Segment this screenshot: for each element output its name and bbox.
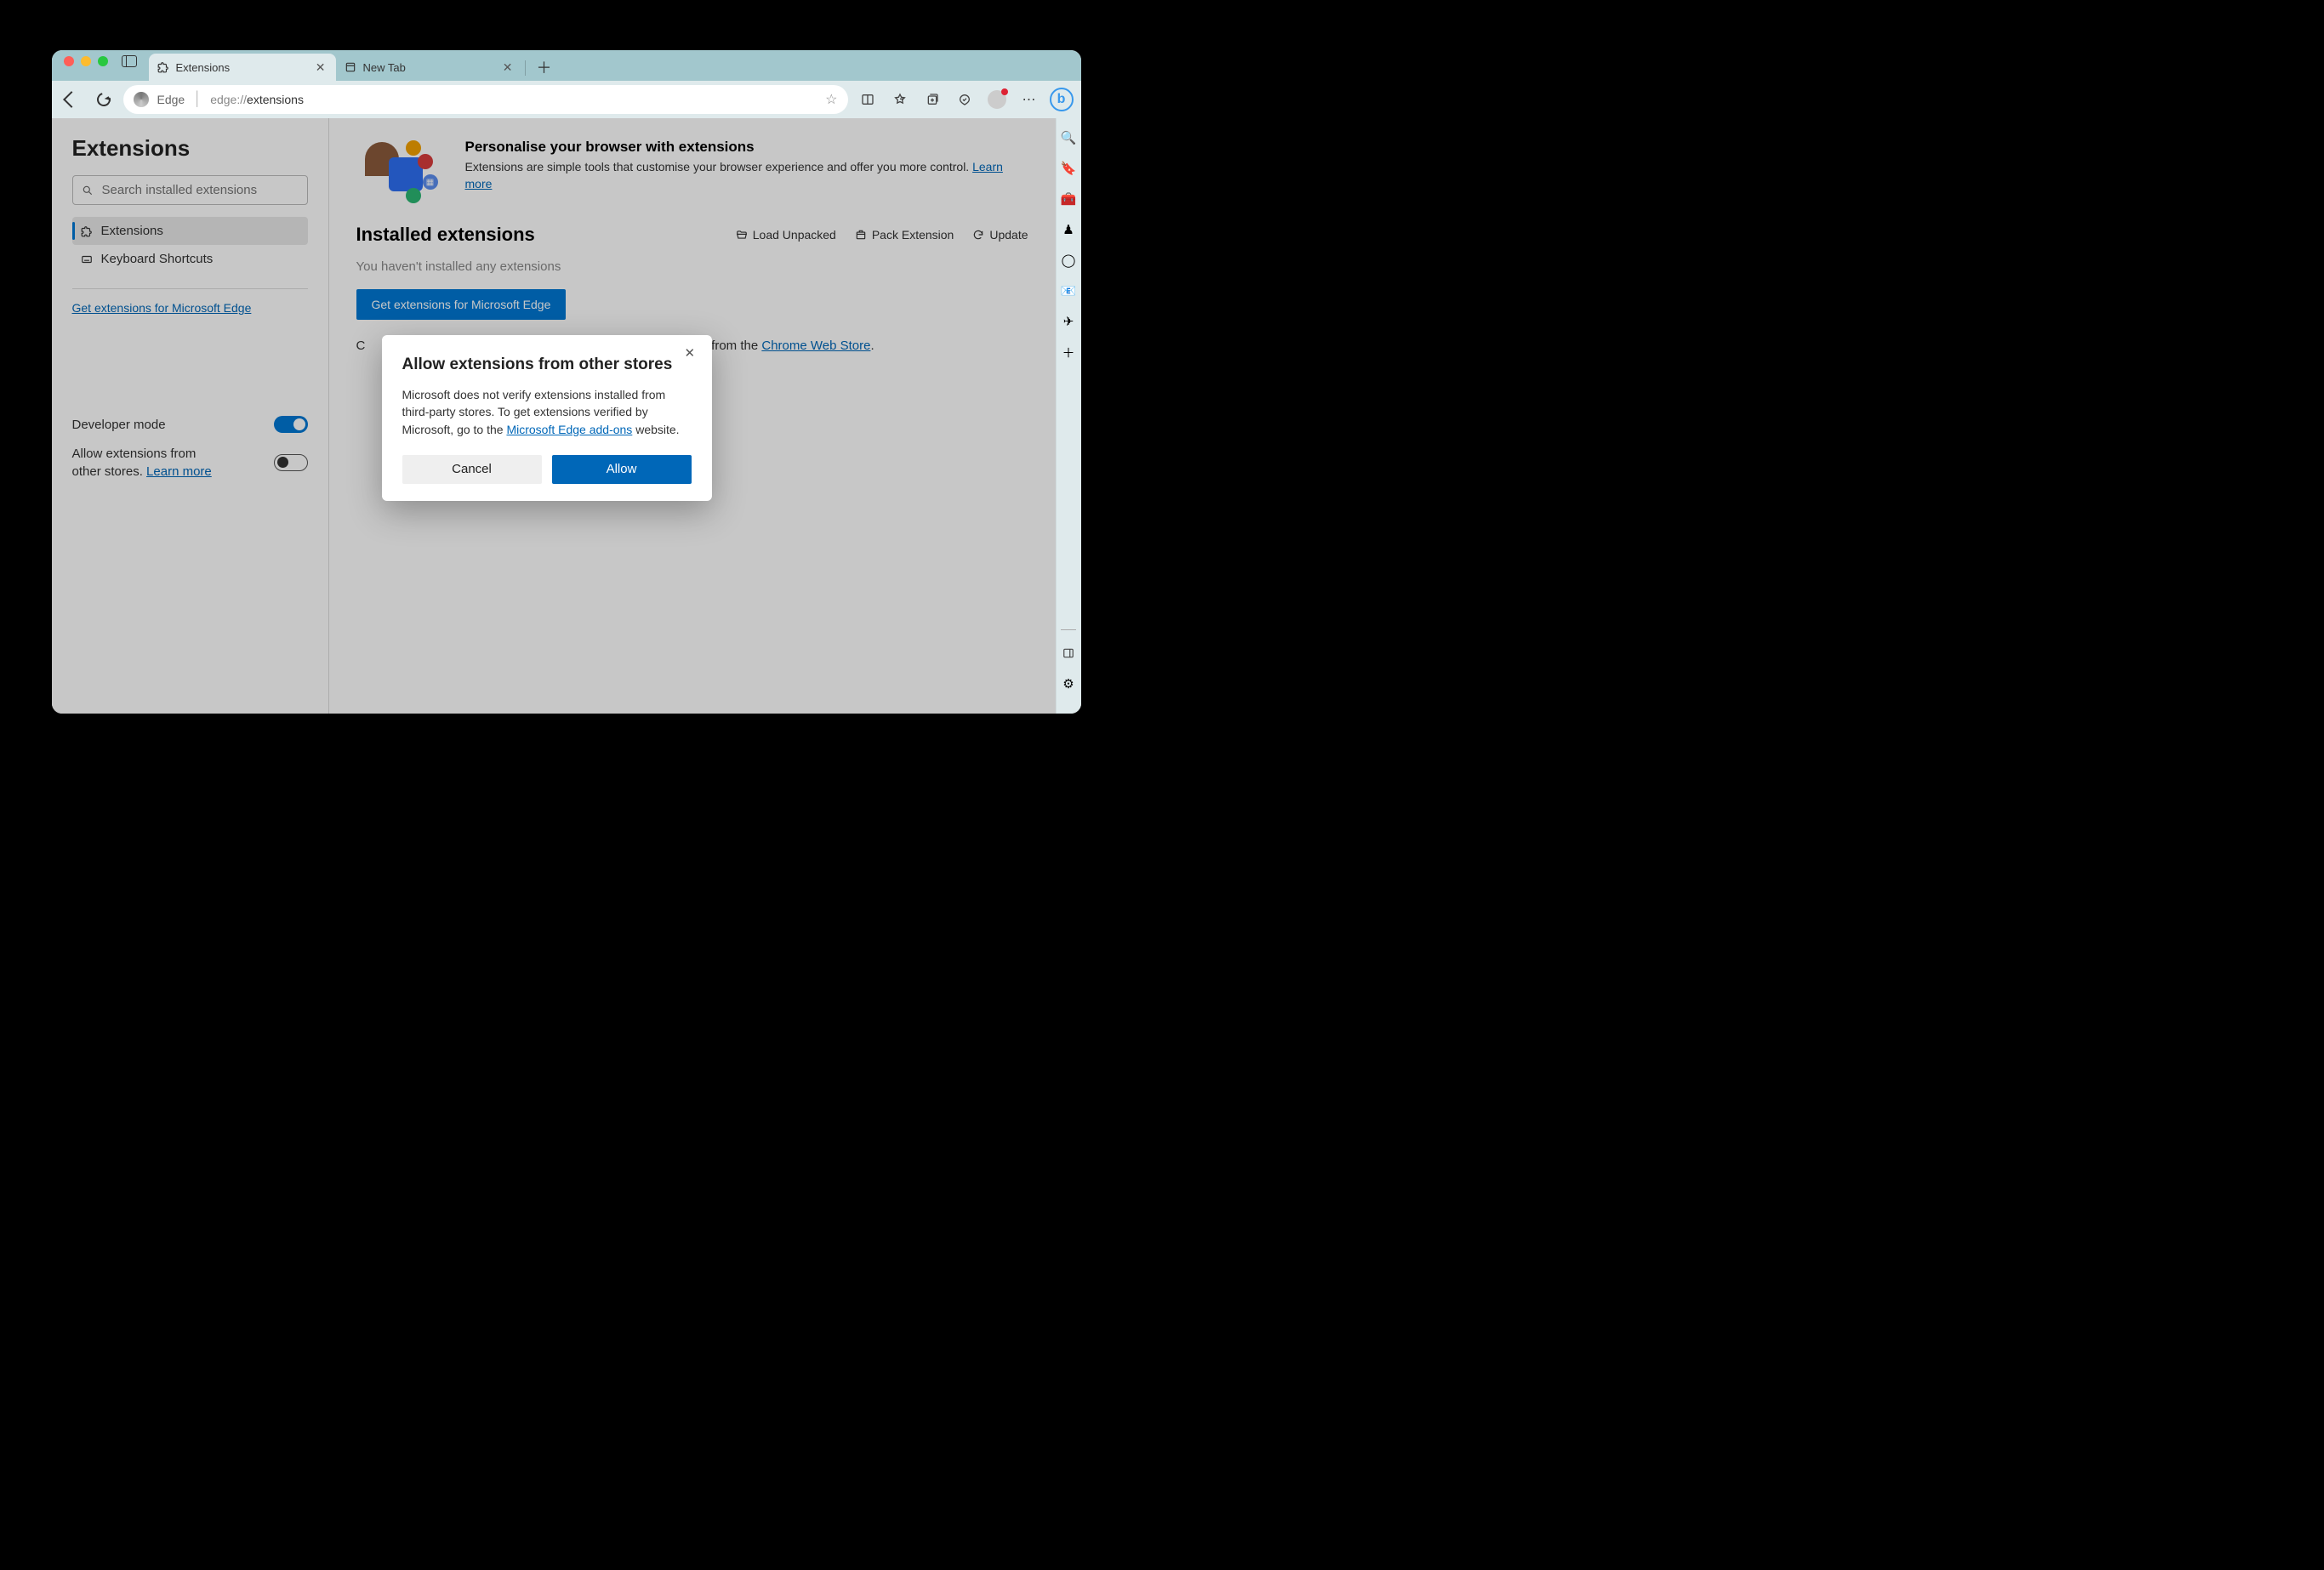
bing-icon: b	[1050, 88, 1074, 111]
rail-search-icon[interactable]: 🔍	[1061, 130, 1076, 145]
rail-settings-icon[interactable]: ⚙	[1061, 676, 1076, 691]
rail-divider	[1061, 629, 1076, 630]
edge-icon	[134, 92, 149, 107]
rail-outlook-icon[interactable]: 📧	[1061, 283, 1076, 299]
url-text: edge://extensions	[210, 93, 304, 106]
split-screen-icon[interactable]	[855, 87, 880, 112]
toolbar: Edge │ edge://extensions ☆ ⋯ b	[52, 81, 1081, 118]
rail-games-icon[interactable]: ♟	[1061, 222, 1076, 237]
tab-close-button[interactable]: ✕	[314, 59, 328, 77]
bing-chat-button[interactable]: b	[1049, 87, 1074, 112]
tab-extensions[interactable]: Extensions ✕	[149, 54, 336, 81]
allow-other-stores-dialog: ✕ Allow extensions from other stores Mic…	[382, 335, 712, 501]
address-bar[interactable]: Edge │ edge://extensions ☆	[123, 85, 848, 114]
tab-divider	[525, 60, 526, 76]
tab-overview-icon[interactable]	[122, 55, 137, 67]
close-window-button[interactable]	[64, 56, 74, 66]
tab-title: New Tab	[363, 61, 406, 74]
extension-icon	[157, 61, 169, 73]
tab-close-button[interactable]: ✕	[501, 59, 515, 77]
rail-shopping-icon[interactable]: 🔖	[1061, 161, 1076, 176]
dialog-close-button[interactable]: ✕	[685, 345, 702, 362]
site-label: Edge	[157, 93, 185, 106]
new-tab-button[interactable]: ＋	[533, 55, 556, 79]
dialog-text: Microsoft does not verify extensions ins…	[402, 386, 692, 438]
tab-strip: Extensions ✕ New Tab ✕ ＋	[52, 50, 1081, 81]
dialog-title: Allow extensions from other stores	[402, 356, 692, 374]
allow-button[interactable]: Allow	[552, 455, 692, 484]
maximize-window-button[interactable]	[98, 56, 108, 66]
collections-icon[interactable]	[920, 87, 945, 112]
more-menu-button[interactable]: ⋯	[1017, 87, 1042, 112]
tab-new-tab[interactable]: New Tab ✕	[336, 54, 523, 81]
rail-hide-icon[interactable]	[1061, 646, 1076, 661]
edge-addons-link[interactable]: Microsoft Edge add-ons	[506, 423, 632, 436]
tab-title: Extensions	[176, 61, 231, 74]
minimize-window-button[interactable]	[81, 56, 91, 66]
page-icon	[345, 61, 356, 73]
window-controls	[59, 56, 115, 75]
side-rail: 🔍 🔖 🧰 ♟ ◯ 📧 ✈ ＋ ⚙	[1056, 118, 1081, 714]
rail-add-icon[interactable]: ＋	[1061, 344, 1076, 360]
favorites-icon[interactable]	[887, 87, 913, 112]
rail-drop-icon[interactable]: ✈	[1061, 314, 1076, 329]
separator: │	[193, 92, 202, 107]
rail-tools-icon[interactable]: 🧰	[1061, 191, 1076, 207]
browser-window: Extensions ✕ New Tab ✕ ＋ Edge │ edge://e…	[52, 50, 1081, 714]
reload-button[interactable]	[91, 87, 117, 112]
back-button[interactable]	[59, 87, 84, 112]
avatar-icon	[988, 90, 1006, 109]
rail-m365-icon[interactable]: ◯	[1061, 253, 1076, 268]
favorite-icon[interactable]: ☆	[825, 91, 837, 108]
cancel-button[interactable]: Cancel	[402, 455, 542, 484]
profile-button[interactable]	[984, 87, 1010, 112]
browser-essentials-icon[interactable]	[952, 87, 977, 112]
